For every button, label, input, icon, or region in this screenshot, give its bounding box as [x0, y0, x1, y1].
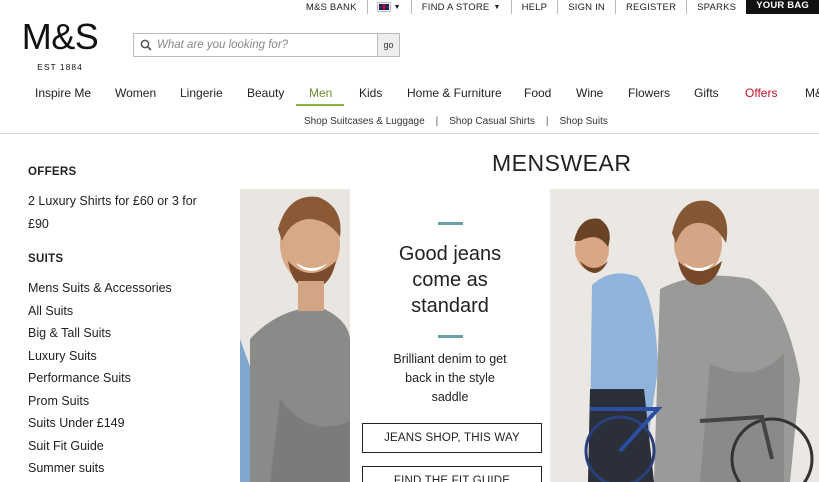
nav-ms[interactable]: M&S — [805, 86, 819, 100]
fit-guide-button[interactable]: FIND THE FIT GUIDE — [362, 466, 542, 482]
nav-link-summer-suits[interactable]: Summer suits — [28, 457, 228, 480]
main-nav: Inspire Me Women Lingerie Beauty Men Kid… — [0, 80, 819, 106]
utility-bar: M&S BANK ▼ FIND A STORE ▼ HELP SIGN IN R… — [296, 0, 819, 14]
signin-link[interactable]: SIGN IN — [557, 0, 615, 14]
nav-home-furniture[interactable]: Home & Furniture — [407, 86, 502, 100]
your-bag-button[interactable]: YOUR BAG — [746, 0, 819, 14]
promo-body: Brilliant denim to get back in the style… — [393, 352, 507, 404]
search-bar: go — [133, 33, 400, 57]
subnav-divider: | — [435, 116, 439, 127]
nav-women[interactable]: Women — [115, 86, 156, 100]
nav-link-suit-fit-guide[interactable]: Suit Fit Guide — [28, 435, 228, 458]
logo-mark: M&S — [21, 16, 99, 57]
left-category-nav: OFFERS 2 Luxury Shirts for £60 or 3 for … — [28, 166, 228, 480]
logo-est: EST 1884 — [37, 62, 83, 72]
subnav-divider: | — [545, 116, 549, 127]
nav-link-mens-suits[interactable]: Mens Suits & Accessories — [28, 277, 228, 300]
hero-photo-left — [240, 189, 350, 482]
subnav-suitcases[interactable]: Shop Suitcases & Luggage — [304, 116, 425, 127]
chevron-down-icon: ▼ — [493, 3, 501, 11]
men-on-bicycles-illustration — [550, 189, 819, 482]
nav-link-suits-under-149[interactable]: Suits Under £149 — [28, 412, 228, 435]
offer-link[interactable]: 2 Luxury Shirts for £60 or 3 for £90 — [28, 190, 218, 235]
bank-link[interactable]: M&S BANK — [296, 0, 367, 14]
nav-offers[interactable]: Offers — [745, 86, 777, 100]
nav-divider — [0, 133, 819, 134]
subnav-casual-shirts[interactable]: Shop Casual Shirts — [449, 116, 535, 127]
uk-flag-icon — [376, 2, 391, 12]
promo-divider-top — [437, 222, 463, 225]
ms-logo[interactable]: M&S EST 1884 — [20, 16, 100, 73]
promo-headline: Good jeans come as standard — [398, 243, 502, 317]
hero-photo-right — [550, 189, 819, 482]
nav-wine[interactable]: Wine — [576, 86, 603, 100]
page-title: MENSWEAR — [492, 150, 632, 176]
search-input[interactable] — [157, 39, 367, 51]
chevron-down-icon: ▼ — [393, 3, 401, 11]
nav-inspire-me[interactable]: Inspire Me — [35, 86, 91, 100]
sparks-link[interactable]: SPARKS — [686, 0, 746, 14]
search-field[interactable] — [133, 33, 378, 57]
active-nav-underline — [296, 104, 344, 106]
man-smiling-illustration — [240, 189, 350, 482]
nav-gifts[interactable]: Gifts — [694, 86, 719, 100]
register-link[interactable]: REGISTER — [614, 0, 686, 14]
nav-lingerie[interactable]: Lingerie — [180, 86, 223, 100]
nav-beauty[interactable]: Beauty — [247, 86, 284, 100]
find-store-link[interactable]: FIND A STORE ▼ — [410, 0, 511, 14]
search-go-button[interactable]: go — [378, 33, 400, 57]
offers-heading: OFFERS — [28, 166, 77, 178]
jeans-shop-button[interactable]: JEANS SHOP, THIS WAY — [362, 423, 542, 453]
search-icon — [140, 39, 152, 51]
nav-link-performance-suits[interactable]: Performance Suits — [28, 367, 228, 390]
promo-panel: Good jeans come as standard Brilliant de… — [350, 189, 550, 482]
sub-nav: Shop Suitcases & Luggage | Shop Casual S… — [304, 116, 608, 127]
nav-link-luxury-suits[interactable]: Luxury Suits — [28, 345, 228, 368]
nav-flowers[interactable]: Flowers — [628, 86, 670, 100]
country-selector[interactable]: ▼ — [366, 0, 411, 14]
nav-link-big-tall-suits[interactable]: Big & Tall Suits — [28, 322, 228, 345]
find-store-label: FIND A STORE — [421, 1, 490, 13]
promo-divider-mid — [437, 335, 463, 338]
nav-food[interactable]: Food — [524, 86, 551, 100]
subnav-suits[interactable]: Shop Suits — [559, 116, 607, 127]
nav-men[interactable]: Men — [309, 86, 332, 100]
nav-link-all-suits[interactable]: All Suits — [28, 300, 228, 323]
nav-link-prom-suits[interactable]: Prom Suits — [28, 390, 228, 413]
hero-banner[interactable]: Good jeans come as standard Brilliant de… — [240, 189, 819, 482]
suits-heading: SUITS — [28, 253, 64, 265]
help-link[interactable]: HELP — [510, 0, 558, 14]
nav-kids[interactable]: Kids — [359, 86, 382, 100]
